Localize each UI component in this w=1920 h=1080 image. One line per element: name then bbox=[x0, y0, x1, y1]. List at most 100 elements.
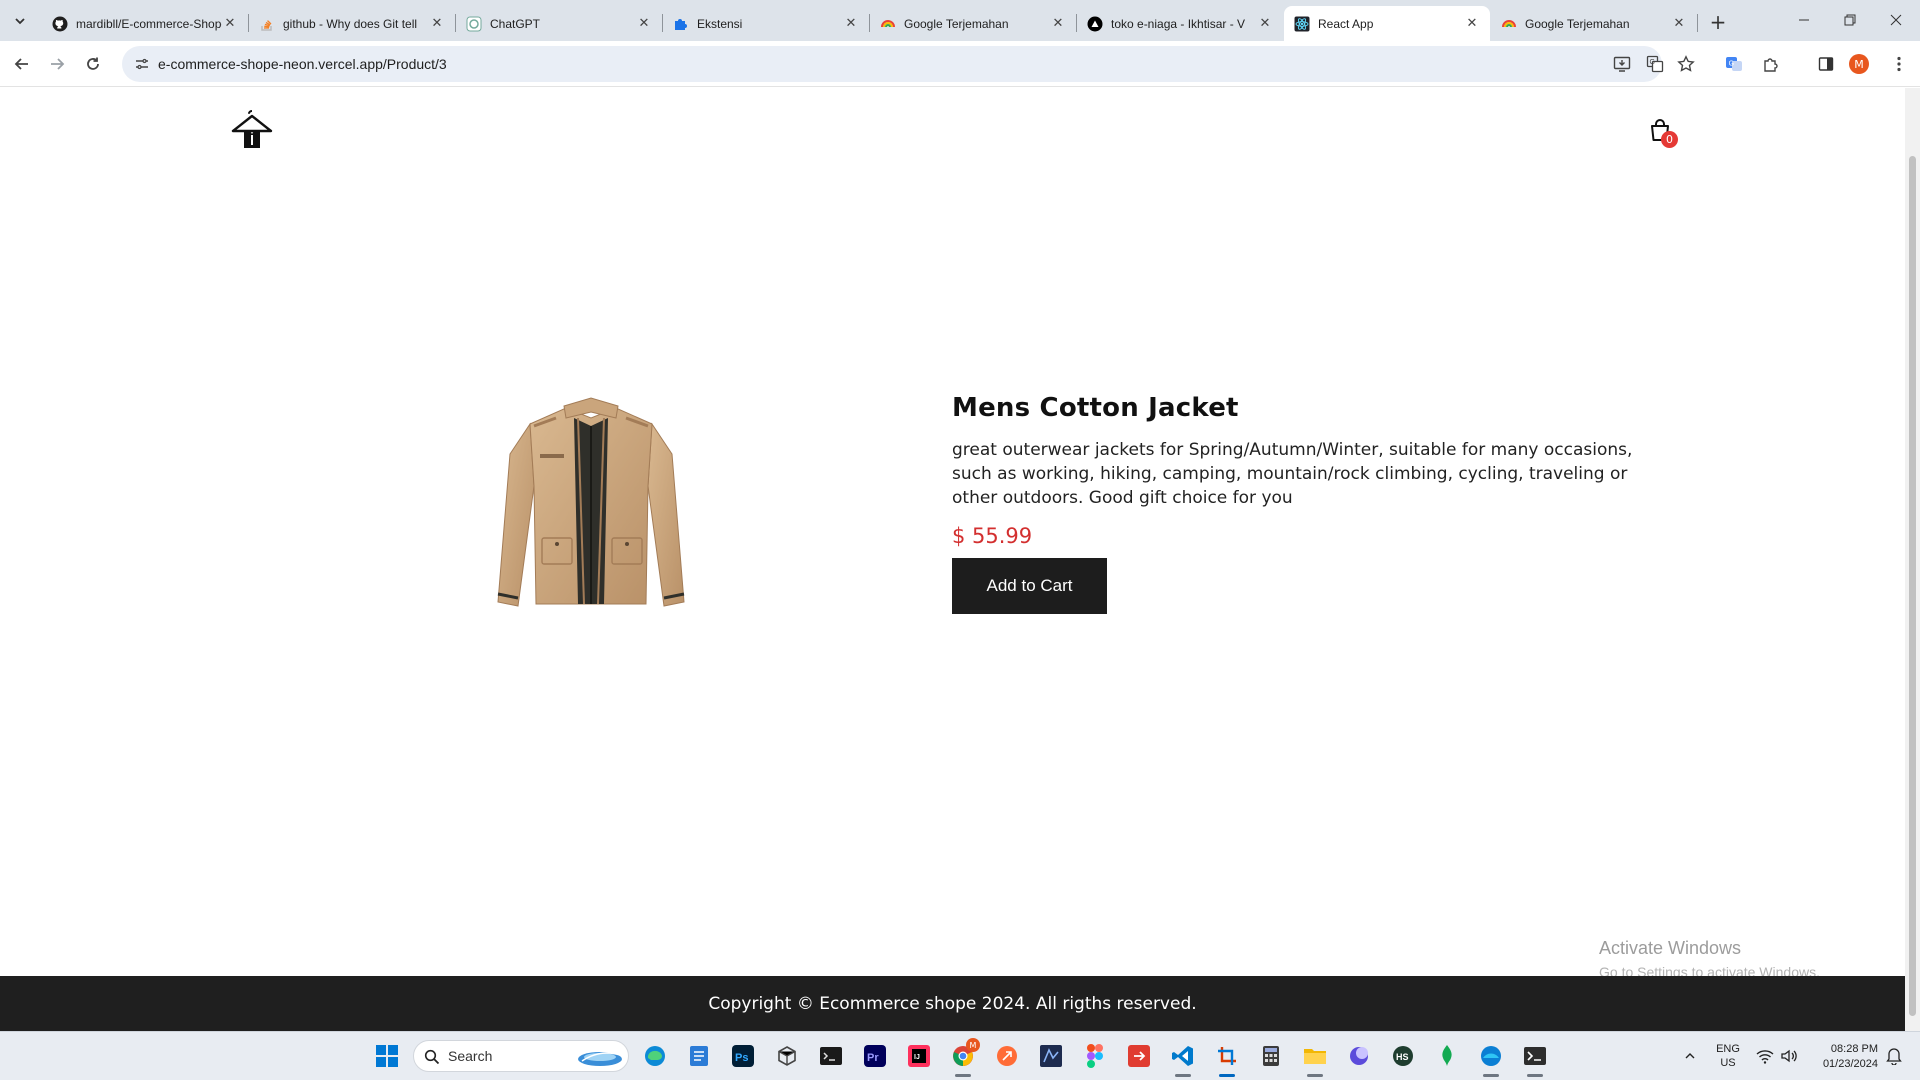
tab-search-button[interactable] bbox=[8, 9, 32, 33]
arrow-left-icon bbox=[14, 58, 28, 70]
svg-text:G: G bbox=[1729, 61, 1734, 68]
translate-page-button[interactable]: G bbox=[1643, 52, 1667, 76]
tab-stackoverflow[interactable]: github - Why does Git tell ✕ bbox=[249, 6, 455, 41]
scrollbar-thumb[interactable] bbox=[1909, 156, 1916, 1016]
region-code: US bbox=[1720, 1057, 1736, 1069]
restore-button[interactable] bbox=[1827, 0, 1873, 40]
google-translate-extension-button[interactable]: G bbox=[1720, 50, 1748, 78]
close-icon[interactable]: ✕ bbox=[222, 16, 238, 32]
show-hidden-icons-button[interactable] bbox=[1676, 1042, 1704, 1070]
install-icon bbox=[1613, 56, 1631, 72]
profile-avatar[interactable]: M bbox=[1849, 54, 1869, 74]
volume-button[interactable] bbox=[1775, 1042, 1803, 1070]
star-icon bbox=[1677, 55, 1695, 72]
minimize-button[interactable] bbox=[1781, 0, 1827, 40]
taskbar-edge-dev[interactable] bbox=[1477, 1042, 1505, 1070]
arrow-right-icon bbox=[51, 58, 65, 70]
taskbar-snipping-tool[interactable] bbox=[1213, 1042, 1241, 1070]
taskbar-ssms[interactable] bbox=[1037, 1042, 1065, 1070]
taskbar-vscode[interactable] bbox=[1169, 1042, 1197, 1070]
reload-button[interactable] bbox=[79, 50, 107, 78]
taskbar-terminal-2[interactable] bbox=[1521, 1042, 1549, 1070]
tab-google-translate-2[interactable]: Google Terjemahan ✕ bbox=[1491, 6, 1697, 41]
taskbar-premiere[interactable]: Pr bbox=[861, 1042, 889, 1070]
notifications-button[interactable] bbox=[1880, 1042, 1908, 1070]
address-bar[interactable]: e-commerce-shope-neon.vercel.app/Product… bbox=[122, 46, 1664, 82]
cube-icon bbox=[778, 1046, 796, 1066]
taskbar-chrome[interactable]: M bbox=[949, 1038, 980, 1070]
tab-chatgpt[interactable]: ChatGPT ✕ bbox=[456, 6, 662, 41]
tab-extensions[interactable]: Ekstensi ✕ bbox=[663, 6, 869, 41]
taskbar-mongodb[interactable] bbox=[1433, 1042, 1461, 1070]
hanger-shirt-logo-icon bbox=[231, 110, 273, 148]
puzzle-icon bbox=[673, 16, 689, 32]
tab-github[interactable]: mardibll/E-commerce-Shope ✕ bbox=[42, 6, 248, 41]
language-code: ENG bbox=[1716, 1043, 1740, 1055]
svg-text:IJ: IJ bbox=[914, 1054, 920, 1061]
taskbar-app-purple[interactable] bbox=[1345, 1042, 1373, 1070]
taskbar-search[interactable]: Search bbox=[413, 1040, 629, 1072]
back-button[interactable] bbox=[8, 50, 36, 78]
start-button[interactable] bbox=[373, 1042, 401, 1070]
product-description: great outerwear jackets for Spring/Autum… bbox=[952, 440, 1633, 508]
close-icon[interactable]: ✕ bbox=[1050, 16, 1066, 32]
taskbar-photoshop[interactable]: Ps bbox=[729, 1042, 757, 1070]
new-tab-button[interactable]: + bbox=[1704, 8, 1732, 36]
site-logo[interactable] bbox=[230, 108, 274, 152]
figma-icon bbox=[1087, 1044, 1103, 1068]
browser-menu-button[interactable] bbox=[1885, 50, 1913, 78]
chevron-down-icon bbox=[15, 18, 25, 25]
speaker-icon bbox=[1781, 1049, 1797, 1063]
taskbar-notepad[interactable] bbox=[685, 1042, 713, 1070]
reload-icon bbox=[87, 57, 99, 70]
site-info-button[interactable] bbox=[130, 52, 154, 76]
running-indicator bbox=[1483, 1074, 1499, 1077]
tab-title: React App bbox=[1318, 16, 1374, 31]
taskbar-git-app[interactable] bbox=[1125, 1042, 1153, 1070]
taskbar-calculator[interactable] bbox=[1257, 1042, 1285, 1070]
close-icon[interactable]: ✕ bbox=[843, 16, 859, 32]
clock-time: 08:28 PM bbox=[1830, 1043, 1878, 1055]
bookmark-star-button[interactable] bbox=[1672, 50, 1700, 78]
kebab-menu-icon bbox=[1897, 56, 1901, 72]
close-window-button[interactable] bbox=[1873, 0, 1919, 40]
taskbar-intellij[interactable]: IJ bbox=[905, 1042, 933, 1070]
taskbar-postman[interactable] bbox=[993, 1042, 1021, 1070]
install-app-button[interactable] bbox=[1610, 52, 1634, 76]
taskbar-terminal[interactable] bbox=[817, 1042, 845, 1070]
plus-icon: + bbox=[1709, 10, 1727, 34]
wifi-icon bbox=[1756, 1050, 1774, 1064]
close-icon[interactable]: ✕ bbox=[1464, 16, 1480, 32]
puzzle-icon bbox=[1764, 58, 1778, 72]
taskbar-figma[interactable] bbox=[1081, 1042, 1109, 1070]
taskbar-file-explorer[interactable] bbox=[1301, 1042, 1329, 1070]
close-icon[interactable]: ✕ bbox=[636, 16, 652, 32]
copyright-text: Copyright © Ecommerce shope 2024. All ri… bbox=[708, 993, 1197, 1014]
close-icon[interactable]: ✕ bbox=[1257, 16, 1273, 32]
tab-google-translate-1[interactable]: Google Terjemahan ✕ bbox=[870, 6, 1076, 41]
forward-button[interactable] bbox=[43, 50, 71, 78]
close-icon[interactable]: ✕ bbox=[1671, 16, 1687, 32]
close-icon[interactable]: ✕ bbox=[429, 16, 445, 32]
tab-vercel[interactable]: toko e-niaga - Ikhtisar - V ✕ bbox=[1077, 6, 1283, 41]
taskbar-hs-app[interactable]: HS bbox=[1389, 1042, 1417, 1070]
page-scrollbar[interactable] bbox=[1905, 88, 1920, 1031]
search-label: Search bbox=[448, 1048, 493, 1064]
tab-react-app[interactable]: React App ✕ bbox=[1284, 6, 1490, 41]
database-tool-icon bbox=[1040, 1045, 1062, 1067]
taskbar-edge[interactable] bbox=[641, 1042, 669, 1070]
tab-title: Google Terjemahan bbox=[904, 16, 1009, 31]
side-panel-button[interactable] bbox=[1812, 50, 1840, 78]
running-indicator bbox=[1527, 1074, 1543, 1077]
postman-icon bbox=[997, 1046, 1017, 1066]
extensions-button[interactable] bbox=[1757, 50, 1785, 78]
bell-icon bbox=[1886, 1048, 1902, 1065]
git-icon bbox=[1128, 1045, 1150, 1067]
google-translate-icon: G bbox=[1726, 57, 1742, 71]
taskbar-3d-app[interactable] bbox=[773, 1042, 801, 1070]
browser-wave-icon bbox=[1481, 1046, 1501, 1066]
clock[interactable]: 08:28 PM 01/23/2024 bbox=[1810, 1042, 1878, 1072]
url-text[interactable]: e-commerce-shope-neon.vercel.app/Product… bbox=[158, 56, 447, 72]
add-to-cart-button[interactable]: Add to Cart bbox=[952, 558, 1107, 614]
input-language[interactable]: ENG US bbox=[1714, 1042, 1742, 1070]
